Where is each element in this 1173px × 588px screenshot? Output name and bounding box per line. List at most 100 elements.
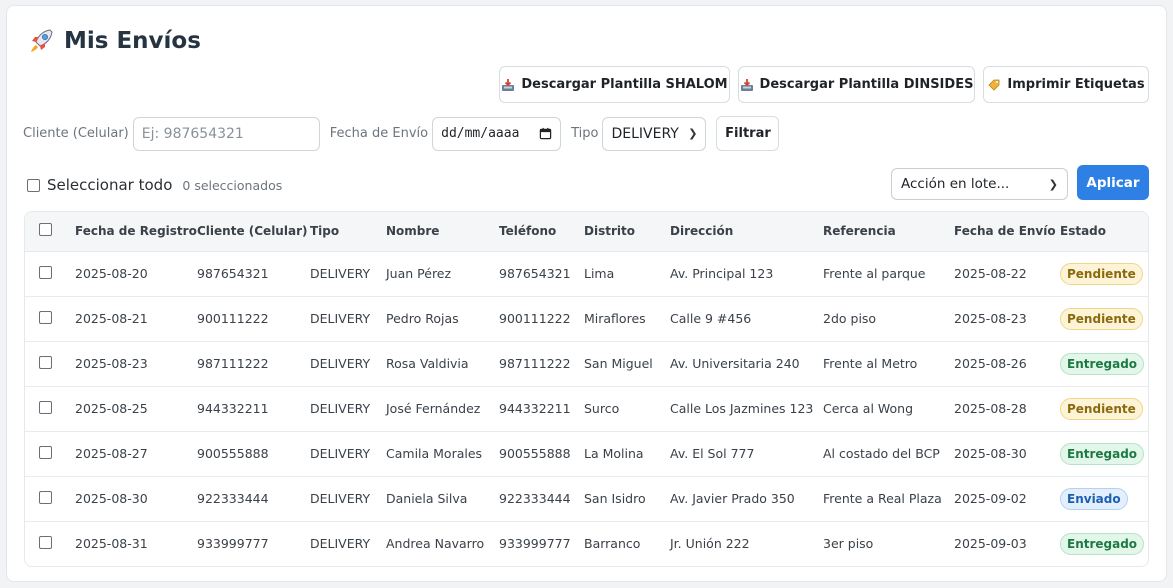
ship-date-cell: 2025-08-30 <box>954 431 1060 477</box>
row-select-checkbox[interactable] <box>39 400 52 414</box>
ship-date-cell: 2025-09-02 <box>954 476 1060 522</box>
type-cell: DELIVERY <box>310 296 386 342</box>
address-cell: Calle Los Jazmines 123 <box>670 386 823 432</box>
client-cell: 933999777 <box>197 536 269 552</box>
address-cell: Av. Universitaria 240 <box>670 341 823 387</box>
select-all-checkbox[interactable] <box>27 178 40 192</box>
ship-date-cell: 2025-08-26 <box>954 341 1060 387</box>
column-header: Dirección <box>670 212 823 252</box>
filter-button[interactable]: Filtrar <box>716 116 780 151</box>
client-cell: 987654321 <box>197 251 310 297</box>
name-cell: Juan Pérez <box>386 251 499 297</box>
name-cell: Rosa Valdivia <box>386 341 499 387</box>
address-cell: Av. El Sol 777 <box>670 431 823 477</box>
status-badge: Entregado <box>1060 352 1145 375</box>
address-cell: Av. Javier Prado 350 <box>670 476 823 522</box>
registration-date-cell: 2025-08-25 <box>75 386 197 432</box>
batch-action-value: Acción en lote... <box>901 176 1010 192</box>
apply-button[interactable]: Aplicar <box>1077 165 1149 200</box>
table-row[interactable]: 2025-08-25 944332211 DELIVERY José Fernánde… <box>25 386 1148 432</box>
ship-date-cell: 2025-08-28 <box>954 386 1060 432</box>
column-header: Nombre <box>386 212 499 252</box>
inbox-tray-icon <box>740 78 753 91</box>
district-cell: Lima <box>584 251 670 297</box>
row-select-checkbox[interactable] <box>39 355 52 369</box>
client-cell: 900111222 <box>197 296 310 342</box>
select-all-label[interactable]: Seleccionar todo <box>47 176 172 194</box>
reference-cell: 3er piso <box>823 536 874 552</box>
registration-date-cell: 2025-08-31 <box>75 536 148 552</box>
address-cell: Calle 9 #456 <box>670 296 823 342</box>
phone-cell: 944332211 <box>499 386 584 432</box>
inbox-tray-icon <box>502 78 515 91</box>
header-select-checkbox[interactable] <box>39 223 52 237</box>
registration-date-cell: 2025-08-30 <box>75 476 197 522</box>
date-input[interactable]: dd/mm/aaaa <box>432 116 562 151</box>
phone-cell: 933999777 <box>499 536 571 552</box>
date-filter-label: Fecha de Envío <box>329 126 429 141</box>
filter-button-label: Filtrar <box>725 126 771 141</box>
name-cell: Daniela Silva <box>386 476 499 522</box>
reference-cell: Frente al Metro <box>823 341 954 387</box>
table-row[interactable]: 2025-08-23 987111222 DELIVERY Rosa Valdivia… <box>25 341 1148 387</box>
phone-cell: 922333444 <box>499 476 584 522</box>
batch-action-select[interactable]: Acción en lote... ❯ <box>891 168 1068 200</box>
ship-date-cell: 2025-08-22 <box>954 251 1060 297</box>
district-cell: Miraflores <box>584 296 670 342</box>
page-title: Mis Envíos <box>64 28 201 54</box>
rocket-icon <box>31 29 53 52</box>
type-cell: DELIVERY <box>310 431 386 477</box>
address-cell: Av. Principal 123 <box>670 251 823 297</box>
type-cell: DELIVERY <box>310 386 386 432</box>
table-row[interactable]: 2025-08-31 933999777 DELIVERY Andrea Navarr… <box>25 521 1148 566</box>
status-badge: Enviado <box>1060 487 1128 510</box>
row-select-checkbox[interactable] <box>39 490 52 504</box>
type-cell: DELIVERY <box>310 341 386 387</box>
print-labels-button[interactable]: Imprimir Etiquetas <box>983 66 1149 103</box>
phone-cell: 900555888 <box>499 431 584 477</box>
ship-date-cell: 2025-09-03 <box>954 536 1027 552</box>
table-row[interactable]: 2025-08-20 987654321 DELIVERY Juan Pérez 987… <box>25 251 1148 297</box>
apply-button-label: Aplicar <box>1086 174 1140 191</box>
column-header: Distrito <box>584 212 670 252</box>
row-select-checkbox[interactable] <box>39 310 52 324</box>
district-cell: San Miguel <box>584 341 670 387</box>
label-tag-icon <box>988 79 1000 91</box>
status-badge: Pendiente <box>1060 262 1143 285</box>
download-dinsides-button[interactable]: Descargar Plantilla DINSIDES <box>738 66 975 103</box>
client-input[interactable]: Ej: 987654321 <box>132 116 320 151</box>
column-header: Tipo <box>310 212 386 252</box>
client-cell: 987111222 <box>197 341 310 387</box>
phone-cell: 987111222 <box>499 341 584 387</box>
table-row[interactable]: 2025-08-27 900555888 DELIVERY Camila Morale… <box>25 431 1148 477</box>
district-cell: Barranco <box>584 536 641 552</box>
row-select-checkbox[interactable] <box>39 535 52 549</box>
type-cell: DELIVERY <box>310 536 371 552</box>
type-filter-label: Tipo <box>571 126 599 141</box>
registration-date-cell: 2025-08-21 <box>75 296 197 342</box>
main-card: Mis Envíos Descargar Plantilla SHALOM De… <box>6 5 1167 582</box>
reference-cell: Frente al parque <box>823 251 954 297</box>
district-cell: La Molina <box>584 431 670 477</box>
download-dinsides-label: Descargar Plantilla DINSIDES <box>759 77 974 92</box>
registration-date-cell: 2025-08-23 <box>75 341 197 387</box>
name-cell: Pedro Rojas <box>386 296 499 342</box>
download-shalom-label: Descargar Plantilla SHALOM <box>521 77 728 92</box>
name-cell: Andrea Navarro <box>386 536 485 552</box>
chevron-down-icon: ❯ <box>688 127 698 140</box>
row-select-checkbox[interactable] <box>39 265 52 279</box>
ship-date-cell: 2025-08-23 <box>954 296 1060 342</box>
calendar-icon[interactable] <box>539 127 552 140</box>
type-select[interactable]: DELIVERY ❯ <box>602 116 707 151</box>
table-row[interactable]: 2025-08-21 900111222 DELIVERY Pedro Rojas 90… <box>25 296 1148 342</box>
reference-cell: Frente a Real Plaza <box>823 476 954 522</box>
table-row[interactable]: 2025-08-30 922333444 DELIVERY Daniela Silva… <box>25 476 1148 522</box>
filter-bar: Cliente (Celular) Ej: 987654321 Fecha de… <box>23 116 780 151</box>
client-filter-label: Cliente (Celular) <box>23 126 129 141</box>
status-badge: Entregado <box>1060 442 1145 465</box>
district-cell: Surco <box>584 386 670 432</box>
download-shalom-button[interactable]: Descargar Plantilla SHALOM <box>499 66 730 103</box>
client-cell: 944332211 <box>197 386 310 432</box>
reference-cell: Al costado del BCP <box>823 431 954 477</box>
row-select-checkbox[interactable] <box>39 445 52 459</box>
